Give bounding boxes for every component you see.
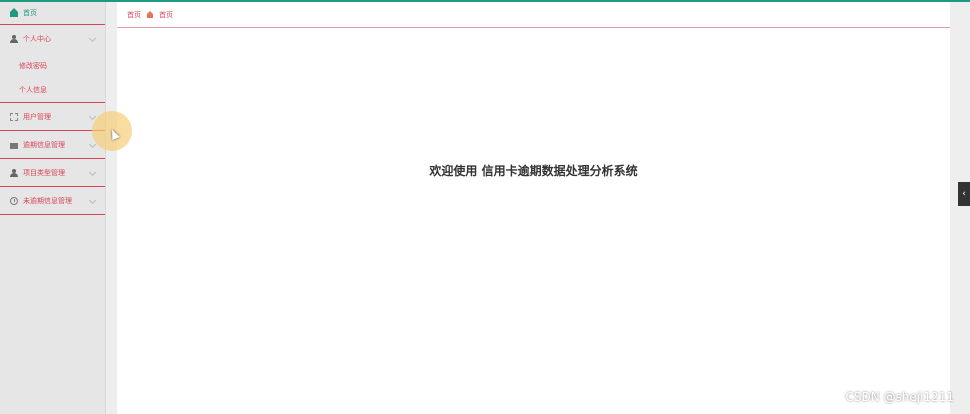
sidebar-item-label: 用户管理	[23, 112, 51, 121]
collapse-toggle-button[interactable]: ‹	[958, 182, 970, 206]
clock-icon	[10, 196, 18, 205]
briefcase-icon	[10, 141, 18, 149]
main-content: 首页 首页 欢迎使用 信用卡逾期数据处理分析系统	[117, 2, 950, 414]
sidebar-item-label: 未逾期信息管理	[23, 196, 72, 205]
sidebar-subitem-personal-info[interactable]: 个人信息	[0, 78, 105, 103]
sidebar-item-user-management[interactable]: 用户管理	[0, 103, 105, 131]
user-icon	[10, 168, 18, 177]
sidebar-item-non-overdue-info-management[interactable]: 未逾期信息管理	[0, 187, 105, 215]
watermark: CSDN @sheji1211	[845, 390, 954, 404]
welcome-title: 欢迎使用 信用卡逾期数据处理分析系统	[429, 164, 638, 178]
sidebar-item-label: 个人中心	[23, 35, 51, 43]
sidebar-item-overdue-info-management[interactable]: 逾期信息管理	[0, 131, 105, 159]
home-icon	[147, 10, 153, 18]
sidebar-item-label: 修改密码	[19, 61, 47, 70]
sidebar-item-home[interactable]: 首页	[0, 2, 105, 25]
sidebar-item-project-type-management[interactable]: 项目类型管理	[0, 159, 105, 187]
sidebar-item-label: 逾期信息管理	[23, 140, 65, 149]
sidebar-subitem-change-password[interactable]: 修改密码	[0, 53, 105, 78]
breadcrumb-root[interactable]: 首页	[127, 10, 141, 20]
sidebar-item-personal-center[interactable]: 个人中心	[0, 25, 105, 53]
home-icon	[10, 8, 18, 17]
breadcrumb-current: 首页	[159, 10, 173, 19]
sidebar: 首页 个人中心 修改密码 个人信息 用户管理 逾期信息管理 项目类型管理 未逾期…	[0, 2, 106, 414]
user-icon	[10, 35, 18, 43]
sidebar-item-label: 项目类型管理	[23, 168, 65, 177]
chevron-left-icon: ‹	[962, 189, 966, 199]
breadcrumb: 首页 首页	[117, 2, 950, 28]
chevron-down-icon	[88, 34, 97, 43]
sidebar-item-label: 首页	[23, 9, 37, 17]
chevron-down-icon	[88, 196, 97, 204]
chevron-down-icon	[88, 168, 97, 176]
sidebar-item-label: 个人信息	[19, 86, 47, 94]
frame-icon	[10, 112, 18, 121]
